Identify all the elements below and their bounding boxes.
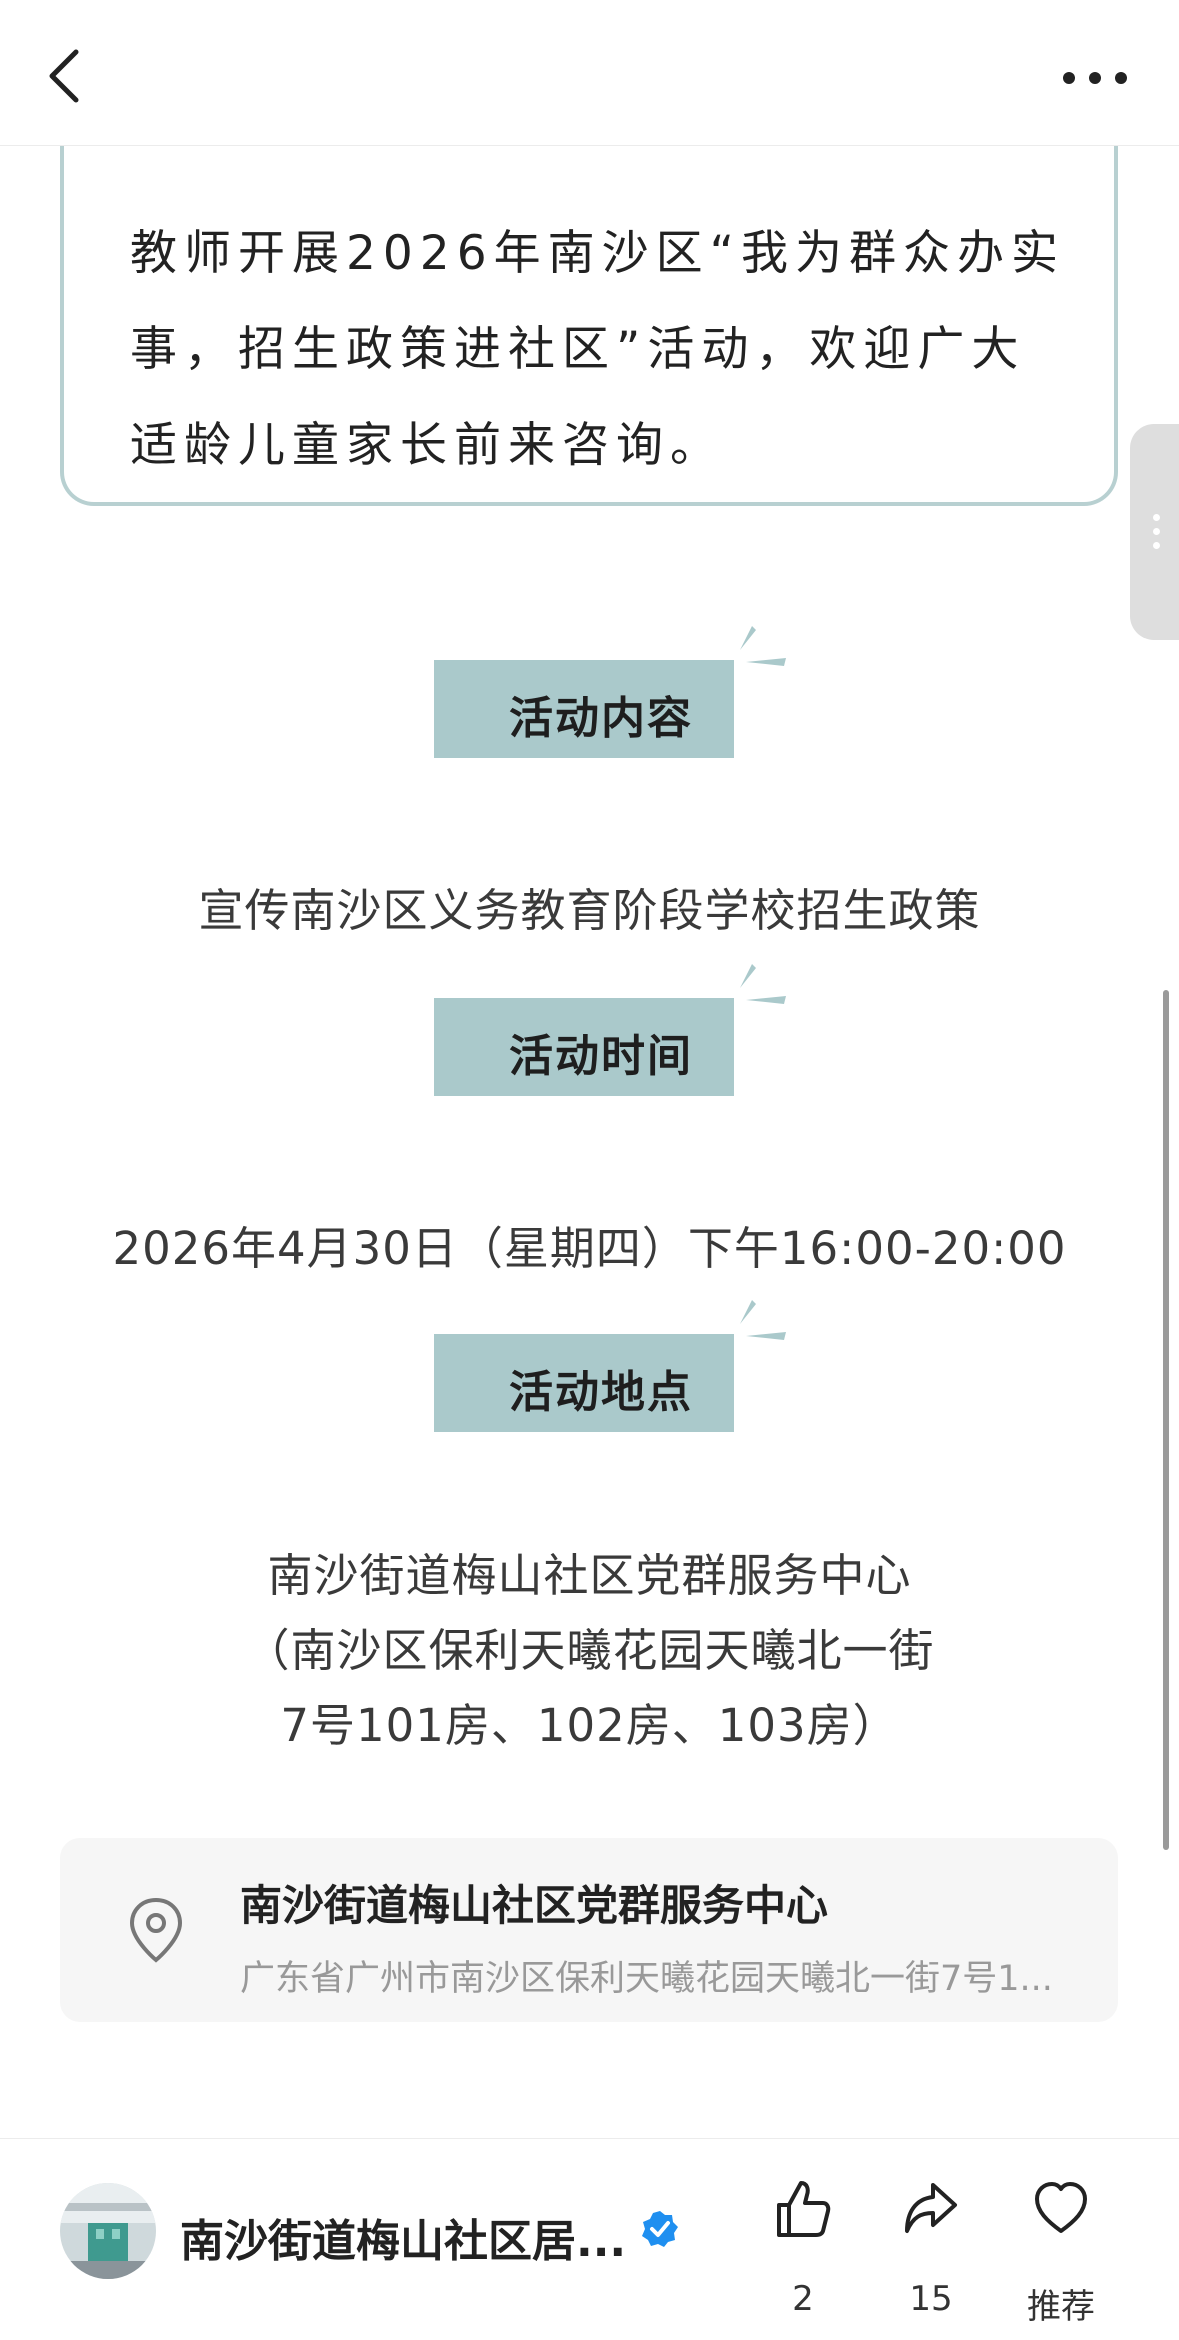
back-button[interactable] (36, 40, 96, 110)
intro-line: 事，招生政策进社区”活动，欢迎广大 (130, 322, 1026, 377)
sparkle-decoration-icon (740, 964, 786, 1004)
handle-dot (1153, 514, 1160, 521)
share-icon (905, 2183, 957, 2233)
section-body-venue: 南沙街道梅山社区党群服务中心 （南沙区保利天曦花园天曦北一街 7号101房、10… (0, 1538, 1179, 1763)
venue-line: 南沙街道梅山社区党群服务中心 (267, 1549, 912, 1602)
intro-line: 教师开展2026年南沙区“我为群众办实 (130, 226, 1065, 281)
article-content: 教师开展2026年南沙区“我为群众办实 事，招生政策进社区”活动，欢迎广大 适龄… (0, 146, 1179, 2138)
venue-line: （南沙区保利天曦花园天曦北一街 (244, 1624, 935, 1677)
location-name: 南沙街道梅山社区党群服务中心 (240, 1881, 829, 1930)
venue-line: 7号101房、102房、103房） (280, 1699, 899, 1752)
scrollbar[interactable] (1163, 990, 1169, 1850)
handle-dot (1153, 528, 1160, 535)
bottom-action-bar: 南沙街道梅山社区居... 2 15 推荐 (0, 2138, 1179, 2340)
thumbs-up-icon (777, 2181, 831, 2237)
side-floating-handle[interactable] (1130, 424, 1179, 640)
section-title-venue: 活动地点 (434, 1300, 786, 1432)
recommend-label: 推荐 (1027, 2287, 1095, 2327)
section-title-label: 活动时间 (509, 1031, 693, 1082)
section-title-label: 活动内容 (509, 693, 693, 744)
sparkle-decoration-icon (740, 626, 786, 666)
location-card[interactable]: 南沙街道梅山社区党群服务中心 广东省广州市南沙区保利天曦花园天曦北一街7号1..… (60, 1838, 1118, 2022)
section-body-content: 宣传南沙区义务教育阶段学校招生政策 (198, 884, 981, 937)
section-title-label: 活动地点 (509, 1367, 693, 1418)
author-name[interactable]: 南沙街道梅山社区居... (180, 2205, 650, 2269)
more-icon (1063, 72, 1127, 84)
intro-text: 教师开展2026年南沙区“我为群众办实 事，招生政策进社区”活动，欢迎广大 适龄… (130, 206, 1080, 494)
handle-dot (1153, 542, 1160, 549)
section-title-time: 活动时间 (434, 964, 786, 1096)
heart-icon (1035, 2182, 1087, 2233)
recommend-button[interactable]: 推荐 (1006, 2179, 1116, 2329)
like-button[interactable]: 2 (748, 2179, 858, 2329)
avatar-image (60, 2183, 156, 2279)
location-address: 广东省广州市南沙区保利天曦花园天曦北一街7号1... (240, 1959, 1053, 1999)
location-pin-icon (129, 1897, 183, 1963)
sparkle-decoration-icon (740, 1300, 786, 1340)
share-count: 15 (909, 2279, 953, 2319)
share-button[interactable]: 15 (876, 2179, 986, 2329)
author-avatar[interactable] (60, 2183, 156, 2279)
intro-line: 适龄儿童家长前来咨询。 (130, 418, 724, 473)
top-navigation-bar (0, 0, 1179, 146)
back-arrow-icon (49, 49, 79, 103)
section-title-content: 活动内容 (434, 626, 786, 758)
intro-card: 教师开展2026年南沙区“我为群众办实 事，招生政策进社区”活动，欢迎广大 适龄… (60, 146, 1118, 506)
more-options-button[interactable] (1055, 50, 1135, 100)
verified-icon (642, 2211, 678, 2247)
like-count: 2 (792, 2279, 814, 2319)
section-body-time: 2026年4月30日（星期四）下午16:00-20:00 (112, 1222, 1067, 1275)
